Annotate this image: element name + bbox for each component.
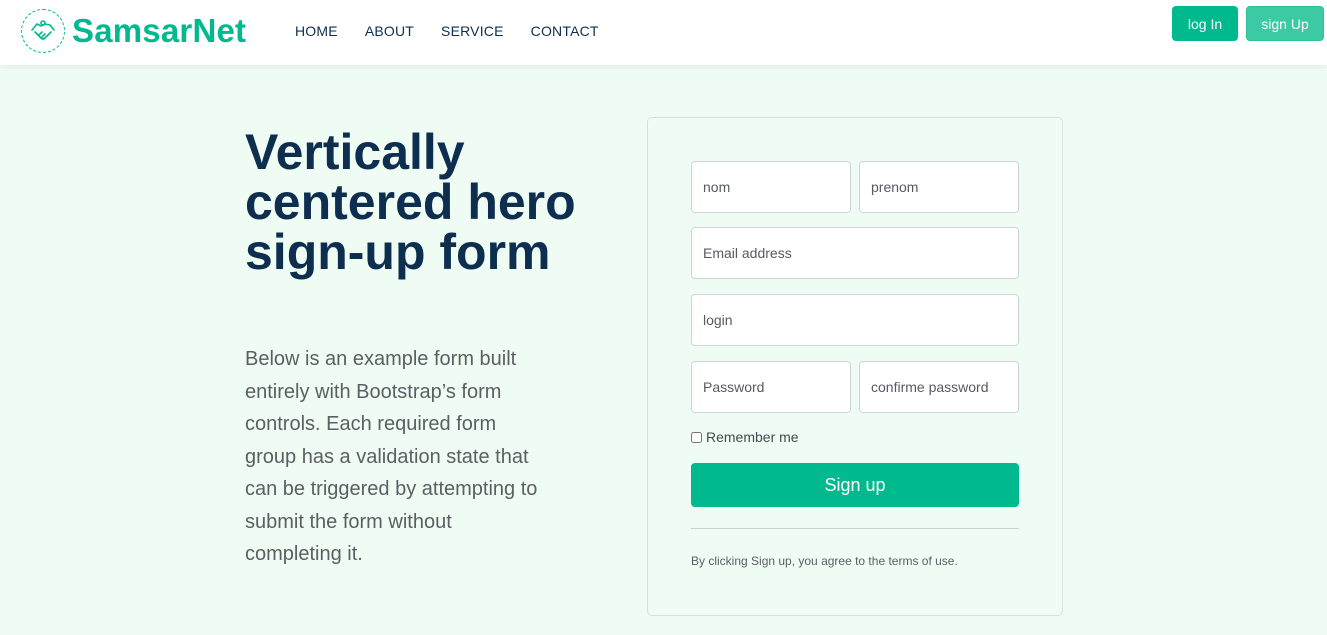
- nav-link-service[interactable]: SERVICE: [441, 23, 504, 39]
- email-field[interactable]: [691, 227, 1019, 279]
- remember-me-checkbox[interactable]: [691, 431, 702, 443]
- login-field[interactable]: [691, 294, 1019, 346]
- confirm-password-field[interactable]: [859, 361, 1019, 413]
- form-divider: [691, 528, 1019, 529]
- remember-me-label: Remember me: [706, 429, 799, 445]
- hero-title: Vertically centered hero sign-up form: [245, 124, 576, 280]
- handshake-icon: [21, 9, 65, 53]
- signup-nav-button[interactable]: sign Up: [1246, 6, 1324, 41]
- login-button[interactable]: log In: [1172, 6, 1238, 41]
- brand[interactable]: SamsarNet: [21, 9, 246, 53]
- signup-submit-button[interactable]: Sign up: [691, 463, 1019, 507]
- nav-link-home[interactable]: HOME: [295, 23, 338, 39]
- nav-link-about[interactable]: ABOUT: [365, 23, 414, 39]
- main-nav: HOME ABOUT SERVICE CONTACT: [295, 23, 626, 39]
- nav-link-contact[interactable]: CONTACT: [531, 23, 599, 39]
- brand-name: SamsarNet: [72, 12, 247, 49]
- terms-text: By clicking Sign up, you agree to the te…: [691, 554, 958, 568]
- navbar: SamsarNet HOME ABOUT SERVICE CONTACT log…: [0, 0, 1327, 65]
- nom-field[interactable]: [691, 161, 851, 213]
- password-field[interactable]: [691, 361, 851, 413]
- hero-description: Below is an example form built entirely …: [245, 348, 538, 565]
- prenom-field[interactable]: [859, 161, 1019, 213]
- remember-me[interactable]: Remember me: [691, 429, 799, 445]
